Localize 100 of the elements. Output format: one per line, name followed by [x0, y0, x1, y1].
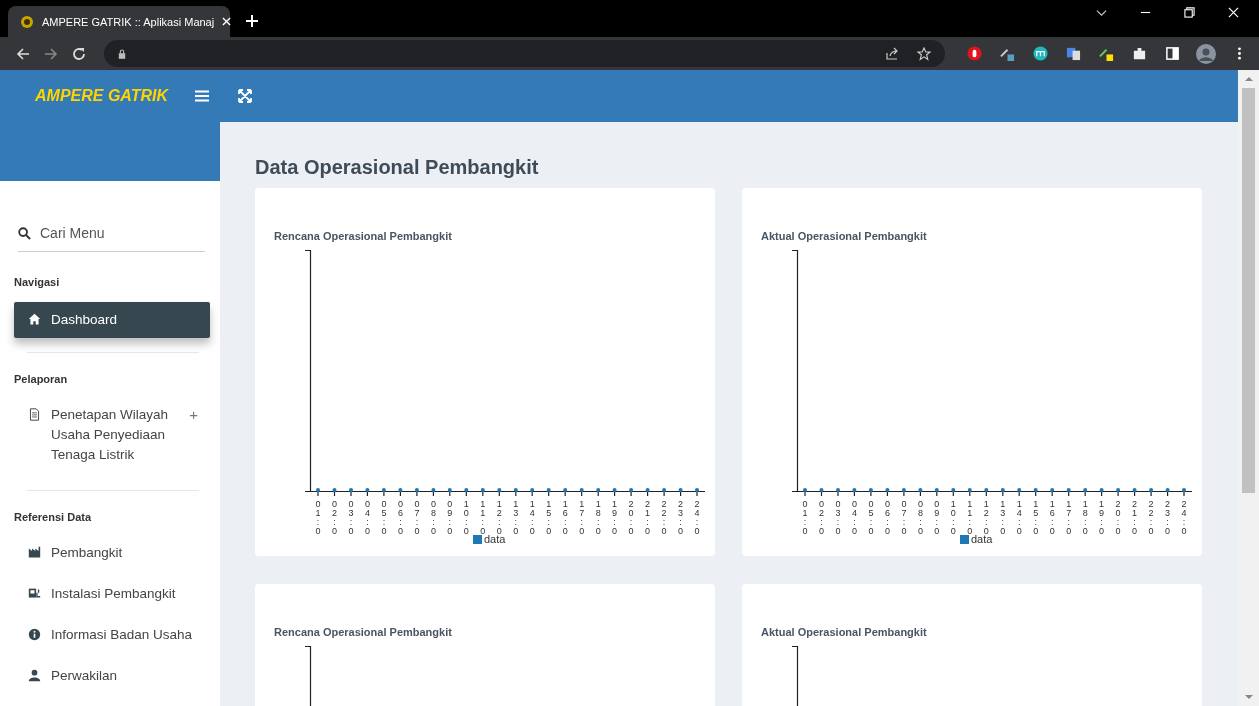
axis-label: 09:0 — [447, 499, 453, 536]
search-icon — [18, 227, 31, 240]
axis-label: 07:0 — [901, 499, 907, 536]
axis-label: 24:0 — [694, 499, 700, 536]
legend-label: data — [484, 533, 506, 545]
axis-label: 03:0 — [348, 499, 354, 536]
browser-tab[interactable]: AMPERE GATRIK :: Aplikasi Manaj — [8, 6, 230, 37]
axis-label: 18:0 — [595, 499, 601, 536]
chart-title: Rencana Operasional Pembangkit — [274, 230, 453, 242]
expand-toggle[interactable]: + — [189, 405, 198, 425]
axis-label: 17:0 — [579, 499, 585, 536]
y-axis — [304, 645, 312, 706]
scroll-up-icon[interactable] — [1244, 76, 1253, 82]
lock-icon — [118, 48, 126, 59]
axis-label: 04:0 — [851, 499, 857, 536]
axis-label: 15:0 — [1033, 499, 1039, 536]
axis-label: 14:0 — [529, 499, 535, 536]
factory-icon — [28, 546, 41, 559]
axis-label: 12:0 — [496, 499, 502, 536]
scrollbar-thumb[interactable] — [1242, 88, 1255, 493]
section-heading: Navigasi — [14, 276, 61, 288]
y-axis — [791, 645, 799, 706]
axis-label: 01:0 — [315, 499, 321, 536]
close-icon[interactable] — [222, 17, 232, 26]
chart-title: Aktual Operasional Pembangkit — [761, 626, 928, 638]
close-icon[interactable] — [1228, 6, 1239, 18]
avatar-icon[interactable] — [1196, 43, 1216, 64]
generator-icon — [28, 587, 41, 600]
legend-swatch — [960, 535, 969, 544]
axis-label: 19:0 — [612, 499, 618, 536]
axis-label: 22:0 — [1148, 499, 1154, 536]
legend-swatch — [473, 535, 482, 544]
expand-icon[interactable] — [238, 89, 252, 103]
section-heading: Pelaporan — [14, 373, 69, 385]
menu-icon[interactable] — [195, 89, 209, 103]
axis-label: 19:0 — [1099, 499, 1105, 536]
axis-label: 05:0 — [381, 499, 387, 536]
scroll-down-icon[interactable] — [1244, 694, 1253, 700]
chart-title: Rencana Operasional Pembangkit — [274, 626, 453, 638]
axis-label: 03:0 — [835, 499, 841, 536]
document-icon — [28, 408, 41, 421]
share-icon[interactable] — [885, 46, 899, 61]
axis-label: 16:0 — [1049, 499, 1055, 536]
emblem-icon — [20, 14, 34, 29]
axis-label: 22:0 — [661, 499, 667, 536]
axis-label: 23:0 — [678, 499, 684, 536]
axis-label: 04:0 — [364, 499, 370, 536]
axis-label: 20:0 — [1115, 499, 1121, 536]
axis-label: 16:0 — [562, 499, 568, 536]
axis-label: 10:0 — [463, 499, 469, 536]
info-icon — [28, 628, 41, 641]
axis-label: 13:0 — [513, 499, 519, 536]
section-heading: Referensi Data — [14, 511, 93, 523]
search-field[interactable]: Cari Menu — [18, 215, 205, 252]
axis-label: 08:0 — [430, 499, 436, 536]
sidebar-item[interactable]: Perwakilan — [14, 656, 210, 697]
page-title: Data Operasional Pembangkit — [255, 156, 540, 179]
axis-label: 05:0 — [868, 499, 874, 536]
axis-label: 06:0 — [397, 499, 403, 536]
axis-label: 01:0 — [802, 499, 808, 536]
axis-label: 08:0 — [917, 499, 923, 536]
axis-label: 18:0 — [1082, 499, 1088, 536]
axis-label: 24:0 — [1181, 499, 1187, 536]
axis-label: 17:0 — [1066, 499, 1072, 536]
axis-label: 23:0 — [1165, 499, 1171, 536]
plus-icon[interactable] — [246, 15, 258, 27]
axis-label: 15:0 — [546, 499, 552, 536]
axis-label: 13:0 — [1000, 499, 1006, 536]
axis-label: 11:0 — [967, 499, 973, 536]
reload-icon[interactable] — [72, 46, 86, 61]
home-icon — [28, 313, 41, 326]
axis-label: 11:0 — [480, 499, 486, 536]
axis-label: 02:0 — [332, 499, 337, 536]
forward-arrow-icon[interactable] — [44, 46, 58, 61]
axis-label: 09:0 — [934, 499, 940, 536]
axis-label: 02:0 — [819, 499, 824, 536]
sidebar-item[interactable]: Instalasi Pembangkit — [14, 574, 210, 615]
legend-label: data — [971, 533, 993, 545]
back-arrow-icon[interactable] — [16, 46, 30, 61]
axis-label: 21:0 — [1132, 499, 1138, 536]
restore-icon[interactable] — [1184, 6, 1195, 18]
axis-label: 12:0 — [983, 499, 989, 536]
axis-label: 20:0 — [628, 499, 634, 536]
pen-icon[interactable] — [1099, 46, 1114, 61]
sidebar-item[interactable]: Penetapan Wilayah Usaha Penyediaan Tenaga Listrik + — [14, 395, 210, 476]
axis-label: 07:0 — [414, 499, 420, 536]
translate-icon[interactable] — [1066, 46, 1081, 61]
letter-m-icon[interactable] — [1033, 46, 1048, 61]
sidebar-item[interactable]: Dashboard — [14, 302, 210, 338]
axis-label: 21:0 — [645, 499, 651, 536]
axis-label: 06:0 — [884, 499, 890, 536]
scrollbar[interactable] — [1238, 70, 1259, 706]
sidebar-item[interactable]: Pembangkit — [14, 533, 210, 574]
person-icon — [28, 669, 41, 682]
chart-title: Aktual Operasional Pembangkit — [761, 230, 928, 242]
pen-icon[interactable] — [1000, 46, 1015, 61]
sidebar-item[interactable]: Informasi Badan Usaha — [14, 615, 210, 656]
tab-title: AMPERE GATRIK :: Aplikasi Manaj — [42, 15, 215, 28]
side-panel-icon[interactable] — [1165, 46, 1180, 61]
star-icon[interactable] — [917, 46, 931, 61]
